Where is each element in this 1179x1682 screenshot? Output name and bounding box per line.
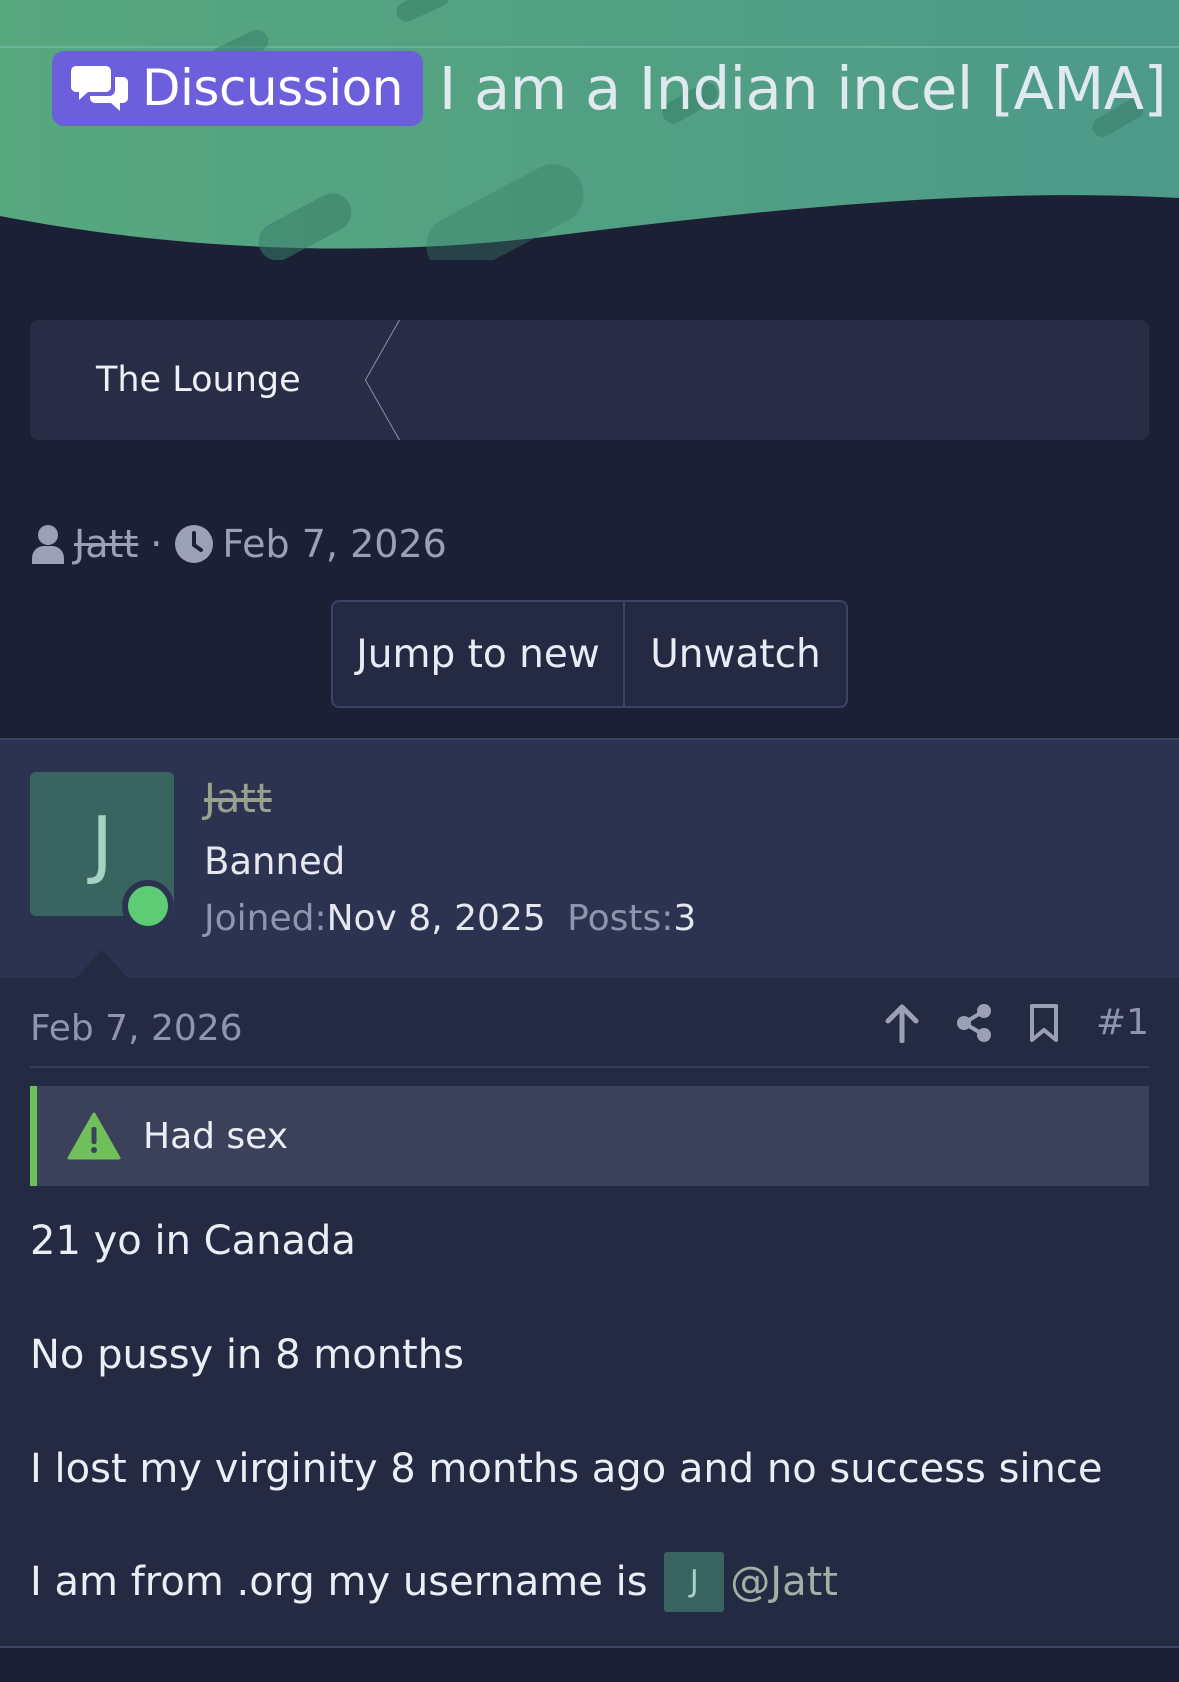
user-title: Banned xyxy=(204,840,346,883)
bookmark-icon[interactable] xyxy=(1028,1003,1060,1043)
thread-date[interactable]: Feb 7, 2026 xyxy=(222,522,446,566)
breadcrumb-separator xyxy=(364,320,400,440)
jump-to-new-button[interactable]: Jump to new xyxy=(333,602,625,706)
post-username[interactable]: Jatt xyxy=(204,776,272,822)
share-icon[interactable] xyxy=(956,1003,992,1043)
prefix-notice: Had sex xyxy=(30,1086,1149,1186)
header-background xyxy=(0,0,1179,260)
clock-icon xyxy=(175,525,214,563)
post-header: Feb 7, 2026 #1 xyxy=(30,1002,1149,1068)
thread-title: I am a Indian incel [AMA] xyxy=(438,53,1167,123)
breadcrumb-item-the-lounge[interactable]: The Lounge xyxy=(96,320,301,440)
thread-author[interactable]: Jatt xyxy=(74,522,138,566)
mention-avatar[interactable]: J xyxy=(664,1552,725,1612)
joined-value: Nov 8, 2025 xyxy=(326,898,546,939)
warning-icon xyxy=(67,1112,121,1160)
post-footer xyxy=(0,1646,1179,1682)
thread-header: Discussion I am a Indian incel [AMA] xyxy=(0,0,1179,260)
unwatch-button[interactable]: Unwatch xyxy=(625,602,846,706)
prefix-label: Discussion xyxy=(142,59,403,117)
user-info-pointer xyxy=(76,950,128,978)
online-status-indicator xyxy=(122,880,174,932)
discussion-prefix-badge[interactable]: Discussion xyxy=(52,50,423,126)
post-user-info: J Jatt Banned Joined:Nov 8, 2025 Posts:3 xyxy=(0,738,1179,978)
user-mention-link[interactable]: @Jatt xyxy=(730,1559,838,1605)
thread-title-row: Discussion I am a Indian incel [AMA] xyxy=(52,50,1167,126)
joined-label: Joined: xyxy=(204,898,327,939)
chat-bubbles-icon xyxy=(71,66,128,111)
post-line-3: I lost my virginity 8 months ago and no … xyxy=(30,1446,1103,1492)
posts-value: 3 xyxy=(673,898,697,939)
thread-action-buttons: Jump to new Unwatch xyxy=(331,600,848,708)
post-line-2: No pussy in 8 months xyxy=(30,1332,464,1378)
post-line-4-text: I am from .org my username is xyxy=(30,1559,648,1605)
user-stats: Joined:Nov 8, 2025 Posts:3 xyxy=(204,898,696,939)
breadcrumb: The Lounge xyxy=(30,320,1149,440)
post-actions: #1 xyxy=(884,1002,1149,1043)
post-line-1: 21 yo in Canada xyxy=(30,1218,356,1264)
post-line-4: I am from .org my username is J @Jatt xyxy=(30,1552,838,1612)
meta-separator: · xyxy=(150,522,163,566)
arrow-up-icon[interactable] xyxy=(884,1003,920,1043)
posts-label: Posts: xyxy=(567,898,674,939)
user-icon xyxy=(32,525,64,564)
thread-meta: Jatt · Feb 7, 2026 xyxy=(30,518,447,570)
post-number-link[interactable]: #1 xyxy=(1096,1002,1149,1043)
post-date[interactable]: Feb 7, 2026 xyxy=(30,1008,243,1049)
prefix-notice-text: Had sex xyxy=(143,1115,289,1157)
post-body: Feb 7, 2026 #1 Had sex 21 yo in Canada N… xyxy=(0,978,1179,1648)
